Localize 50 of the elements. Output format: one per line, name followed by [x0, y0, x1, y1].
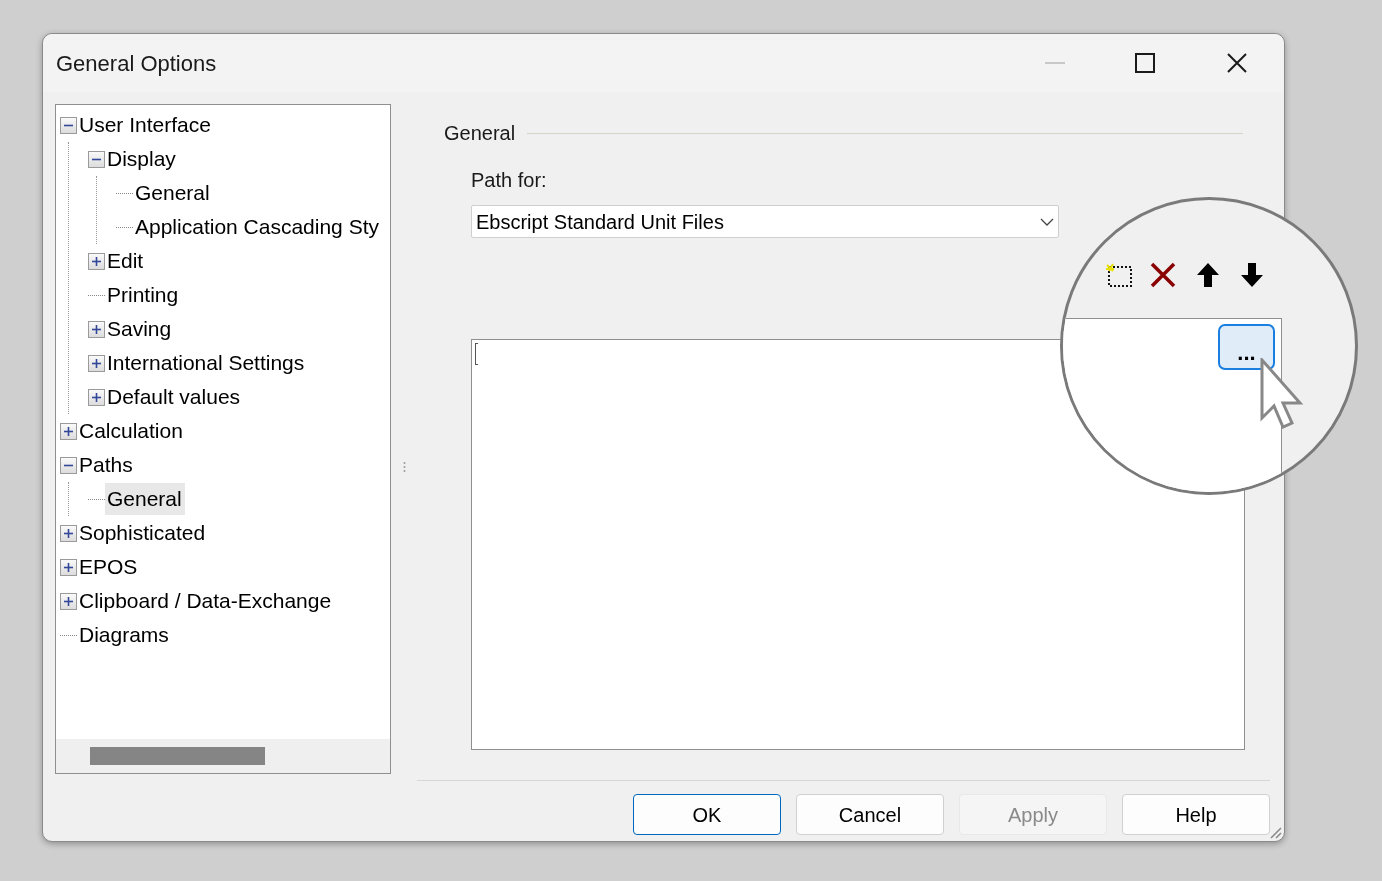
expand-icon[interactable] [88, 388, 105, 406]
field-label: Path for: [471, 168, 548, 193]
window-title: General Options [56, 49, 218, 78]
collapse-icon[interactable] [60, 456, 77, 474]
text-cursor [475, 343, 478, 365]
scrollbar-thumb[interactable] [90, 747, 265, 765]
tree-item[interactable]: Default values [105, 381, 244, 413]
tree-item[interactable]: EPOS [77, 551, 141, 583]
tree-item[interactable]: Application Cascading Sty [133, 211, 382, 243]
delete-icon[interactable] [1150, 262, 1176, 288]
tree-item[interactable]: General [105, 483, 185, 515]
tree-item[interactable]: Sophisticated [77, 517, 209, 549]
close-icon[interactable] [1227, 53, 1247, 73]
tree-item[interactable]: Saving [105, 313, 175, 345]
group-title: General [444, 121, 517, 146]
expand-icon[interactable] [88, 354, 105, 372]
expand-icon[interactable] [88, 320, 105, 338]
maximize-icon[interactable] [1135, 53, 1155, 73]
chevron-down-icon [1040, 217, 1054, 226]
tree-connector [116, 192, 133, 194]
expand-icon[interactable] [60, 558, 77, 576]
tree-item[interactable]: International Settings [105, 347, 308, 379]
tree-connector [116, 226, 133, 228]
collapse-icon[interactable] [60, 116, 77, 134]
tree-item[interactable]: User Interface [77, 109, 214, 141]
tree-item[interactable]: General [133, 177, 213, 209]
tree-connector [60, 634, 77, 636]
dialog-button[interactable]: Cancel [796, 794, 944, 835]
expand-icon[interactable] [60, 592, 77, 610]
dialog-button[interactable]: Help [1122, 794, 1270, 835]
tree-connector [88, 294, 105, 296]
tree-item[interactable]: Display [105, 143, 179, 175]
tree-item[interactable]: Printing [105, 279, 182, 311]
tree-item[interactable]: Clipboard / Data-Exchange [77, 585, 335, 617]
path-dropdown[interactable]: Ebscript Standard Unit Files [471, 205, 1059, 238]
expand-icon[interactable] [60, 422, 77, 440]
expand-icon[interactable] [60, 524, 77, 542]
browse-button[interactable]: ... [1218, 324, 1275, 370]
tree-item[interactable]: Diagrams [77, 619, 172, 651]
collapse-icon[interactable] [88, 150, 105, 168]
up-arrow-icon[interactable] [1196, 262, 1220, 288]
dialog-button[interactable]: OK [633, 794, 781, 835]
down-arrow-icon[interactable] [1240, 262, 1264, 288]
resize-grip-icon[interactable] [1268, 825, 1282, 839]
new-item-icon[interactable] [1105, 262, 1133, 288]
tree-item[interactable]: Paths [77, 449, 136, 481]
splitter-grip-icon[interactable] [402, 460, 406, 473]
expand-icon[interactable] [88, 252, 105, 270]
tree-item[interactable]: Edit [105, 245, 147, 277]
tree-item[interactable]: Calculation [77, 415, 186, 447]
